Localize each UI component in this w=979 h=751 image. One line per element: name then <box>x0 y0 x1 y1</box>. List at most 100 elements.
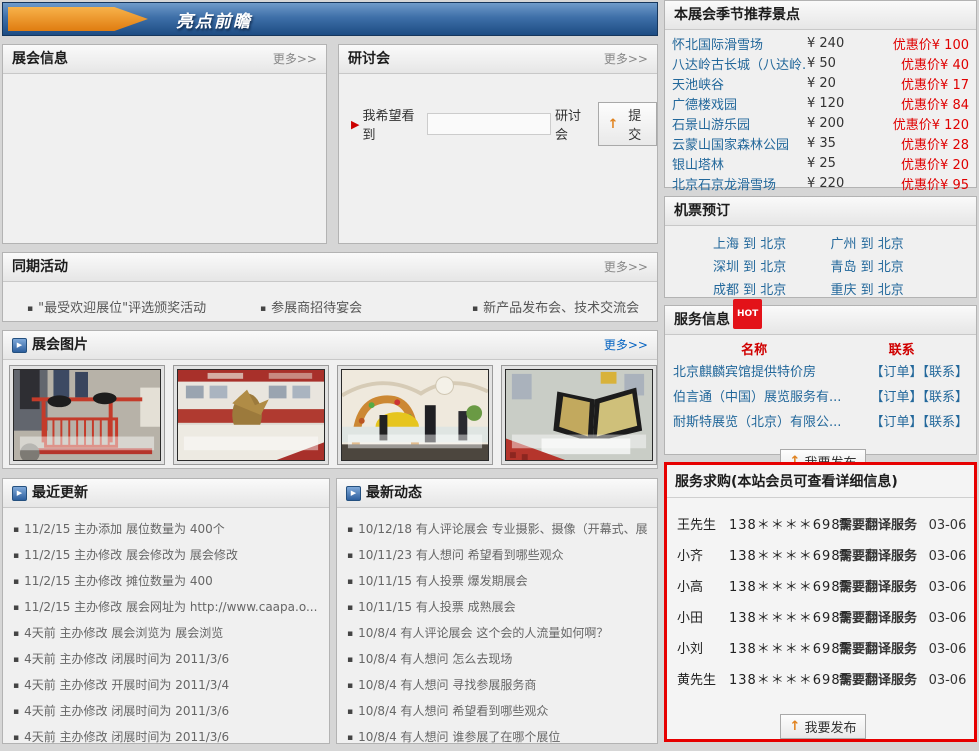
order-link[interactable]: 【订单】 <box>870 390 922 405</box>
service-info-title: 服务信息 <box>674 306 730 334</box>
bullet-icon: ▪ <box>347 707 353 717</box>
bullet-icon: ▪ <box>13 655 19 665</box>
update-item: ▪4天前 主办修改 闭展时间为 2011/3/6 <box>13 647 321 673</box>
seminar-more-link[interactable]: 更多>> <box>604 45 648 73</box>
spot-discount: 优惠价¥ 28 <box>865 134 969 153</box>
service-name-link[interactable]: 北京麒麟宾馆提供特价房 <box>673 360 864 385</box>
bullet-icon: ▪ <box>13 629 19 639</box>
photos-title: 展会图片 <box>32 331 88 359</box>
flight-link[interactable]: 深圳 到 北京 <box>713 257 831 278</box>
banner-title: 亮点前瞻 <box>176 7 252 32</box>
play-icon: ▶ <box>346 486 361 501</box>
spot-discount: 优惠价¥ 17 <box>865 74 969 93</box>
order-link[interactable]: 【订单】 <box>870 365 922 380</box>
bullet-icon: ▪ <box>347 681 353 691</box>
request-row: 小田138＊＊＊＊6985需要翻译服务03-06 <box>677 603 968 634</box>
contact-link[interactable]: 【联系】 <box>922 390 968 405</box>
photos-more-link[interactable]: 更多>> <box>604 331 648 359</box>
scenic-spot-link[interactable]: 石景山游乐园 <box>672 114 807 133</box>
service-row: 伯言通（中国）展览服务有... 【订单】【联系】 <box>665 385 976 410</box>
spot-price: ¥ 50 <box>807 56 865 71</box>
requester-phone: 138＊＊＊＊6985 <box>729 541 839 572</box>
bullet-icon: ▪ <box>472 304 478 314</box>
contact-link[interactable]: 【联系】 <box>922 415 968 430</box>
scenic-spot-row: 银山塔林¥ 25优惠价¥ 20 <box>665 153 976 173</box>
seminar-submit-button[interactable]: ↑ 提交 <box>598 102 657 146</box>
activity-item: ▪参展商招待宴会 <box>260 297 472 316</box>
spot-price: ¥ 20 <box>807 76 865 91</box>
bullet-icon: ▪ <box>260 304 266 314</box>
spot-price: ¥ 200 <box>807 116 865 131</box>
contact-link[interactable]: 【联系】 <box>922 365 968 380</box>
scenic-spot-row: 广德楼戏园¥ 120优惠价¥ 84 <box>665 93 976 113</box>
spot-discount: 优惠价¥ 20 <box>865 154 969 173</box>
bullet-icon: ▪ <box>13 707 19 717</box>
requester-name: 小刘 <box>677 634 729 665</box>
scenic-spot-link[interactable]: 云蒙山国家森林公园 <box>672 134 807 153</box>
spot-discount: 优惠价¥ 95 <box>865 174 969 193</box>
request-row: 小齐138＊＊＊＊6985需要翻译服务03-06 <box>677 541 968 572</box>
bullet-icon: ▪ <box>13 577 19 587</box>
scenic-spot-link[interactable]: 广德楼戏园 <box>672 94 807 113</box>
bullet-icon: ▪ <box>347 525 353 535</box>
bullet-icon: ▪ <box>27 304 33 314</box>
service-col-contact: 联系 <box>835 339 968 358</box>
flight-link[interactable]: 成都 到 北京 <box>713 280 831 301</box>
service-table-header: 名称 联系 <box>665 335 976 360</box>
bullet-icon: ▪ <box>347 733 353 743</box>
spot-discount: 优惠价¥ 100 <box>865 34 969 53</box>
service-info-panel: 服务信息 HOT 名称 联系 北京麒麟宾馆提供特价房【订单】【联系】 伯言通（中… <box>664 305 977 455</box>
order-link[interactable]: 【订单】 <box>870 415 922 430</box>
recent-updates-title: 最近更新 <box>32 479 88 507</box>
update-item: ▪4天前 主办修改 开展时间为 2011/3/4 <box>13 673 321 699</box>
news-item: ▪10/8/4 有人想问 寻找参展服务商 <box>347 673 649 699</box>
concurrent-more-link[interactable]: 更多>> <box>604 253 648 281</box>
news-item: ▪10/8/4 有人想问 谁参展了在哪个展位 <box>347 725 649 751</box>
request-date: 03-06 <box>929 572 968 603</box>
scenic-spot-link[interactable]: 银山塔林 <box>672 154 807 173</box>
exhibition-info-more-link[interactable]: 更多>> <box>273 45 317 73</box>
request-date: 03-06 <box>929 541 968 572</box>
news-item: ▪10/11/15 有人投票 成熟展会 <box>347 595 649 621</box>
request-row: 黄先生138＊＊＊＊6985需要翻译服务03-06 <box>677 665 968 696</box>
tandem-bike-photo[interactable] <box>9 365 165 465</box>
scenic-spots-panel: 本展会季节推荐景点 怀北国际滑雪场¥ 240优惠价¥ 100 八达岭古长城（八达… <box>664 0 977 188</box>
request-date: 03-06 <box>929 634 968 665</box>
request-need: 需要翻译服务 <box>839 541 929 572</box>
scenic-spot-link[interactable]: 怀北国际滑雪场 <box>672 34 807 53</box>
red-pointer-icon: ▶ <box>351 118 359 131</box>
flight-booking-title: 机票预订 <box>674 197 730 225</box>
update-item: ▪4天前 主办修改 展会浏览为 展会浏览 <box>13 621 321 647</box>
recent-updates-panel: ▶ 最近更新 ▪11/2/15 主办添加 展位数量为 400个 ▪11/2/15… <box>2 478 330 744</box>
news-item: ▪10/11/23 有人想问 希望看到哪些观众 <box>347 543 649 569</box>
bullet-icon: ▪ <box>13 733 19 743</box>
up-arrow-icon: ↑ <box>608 117 619 132</box>
publish-request-button[interactable]: ↑ 我要发布 <box>780 714 867 739</box>
scenic-spot-link[interactable]: 八达岭古长城（八达岭... <box>672 54 807 73</box>
banner-arrow-icon <box>8 7 148 31</box>
scenic-spot-row: 云蒙山国家森林公园¥ 35优惠价¥ 28 <box>665 133 976 153</box>
scenic-spot-link[interactable]: 北京石京龙滑雪场 <box>672 174 807 193</box>
bullet-icon: ▪ <box>347 577 353 587</box>
flight-link[interactable]: 广州 到 北京 <box>831 234 949 255</box>
hot-badge: HOT <box>733 299 762 329</box>
brochure-stand-photo[interactable] <box>501 365 657 465</box>
bullet-icon: ▪ <box>347 603 353 613</box>
service-requests-title: 服务求购(本站会员可查看详细信息) <box>667 465 974 498</box>
dragon-booth-photo[interactable] <box>173 365 329 465</box>
flight-link[interactable]: 上海 到 北京 <box>713 234 831 255</box>
update-item: ▪11/2/15 主办添加 展位数量为 400个 <box>13 517 321 543</box>
flight-link[interactable]: 青岛 到 北京 <box>831 257 949 278</box>
activity-item: ▪"最受欢迎展位"评选颁奖活动 <box>27 297 260 316</box>
scenic-spots-title: 本展会季节推荐景点 <box>674 1 800 29</box>
service-name-link[interactable]: 耐斯特展览（北京）有限公... <box>673 410 864 435</box>
seminar-topic-input[interactable] <box>427 113 551 135</box>
bullet-icon: ▪ <box>13 603 19 613</box>
update-item: ▪11/2/15 主办修改 摊位数量为 400 <box>13 569 321 595</box>
service-name-link[interactable]: 伯言通（中国）展览服务有... <box>673 385 864 410</box>
bullet-icon: ▪ <box>13 551 19 561</box>
news-item: ▪10/8/4 有人评论展会 这个会的人流量如何啊？ <box>347 621 649 647</box>
scenic-spot-link[interactable]: 天池峡谷 <box>672 74 807 93</box>
flight-link[interactable]: 重庆 到 北京 <box>831 280 949 301</box>
indoor-playground-photo[interactable] <box>337 365 493 465</box>
